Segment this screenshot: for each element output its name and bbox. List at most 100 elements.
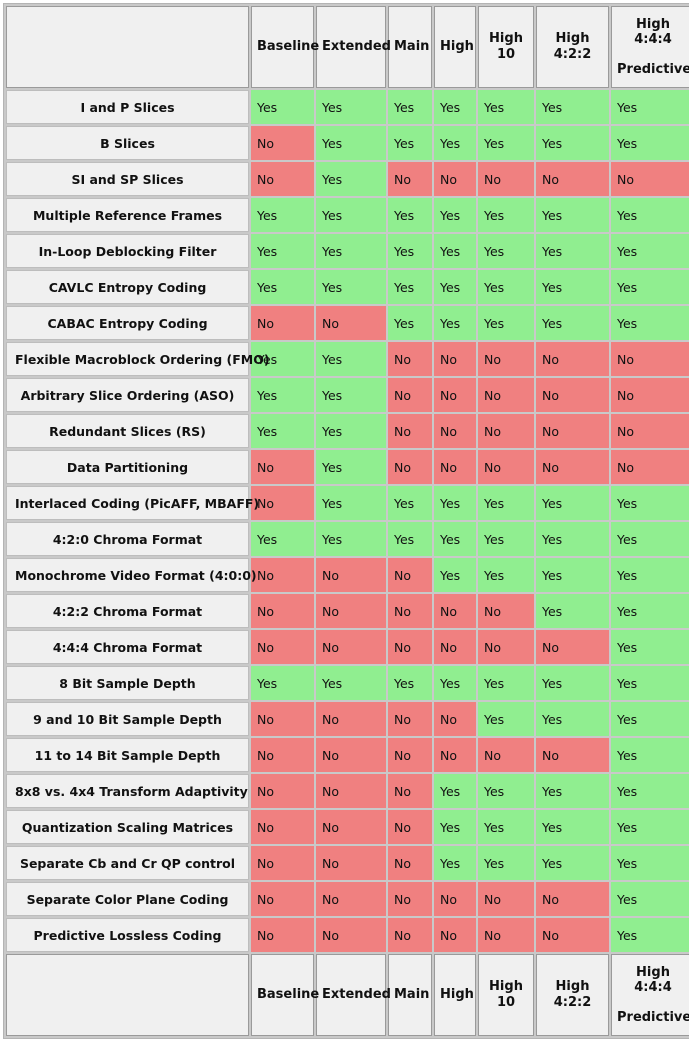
support-cell-main: No (388, 342, 432, 376)
support-cell-high422: Yes (536, 90, 609, 124)
support-cell-high422: Yes (536, 234, 609, 268)
support-cell-high422: No (536, 378, 609, 412)
support-cell-high422: Yes (536, 774, 609, 808)
support-cell-high444: Yes (611, 846, 689, 880)
profile-label-primary: High 4:2:2 (553, 31, 592, 62)
feature-label: 4:4:4 Chroma Format (6, 630, 249, 664)
support-cell-baseline: No (251, 738, 314, 772)
support-cell-baseline: No (251, 846, 314, 880)
support-cell-high: No (434, 702, 476, 736)
support-cell-high422: No (536, 738, 609, 772)
header-profile-high[interactable]: High (434, 6, 476, 88)
support-cell-high422: No (536, 882, 609, 916)
support-cell-high422: Yes (536, 306, 609, 340)
table-row: 4:2:0 Chroma Format Yes Yes Yes Yes Yes Yes Yes (6, 522, 689, 556)
support-cell-extended: No (316, 918, 386, 952)
support-cell-high422: No (536, 414, 609, 448)
footer-profile-high[interactable]: High (434, 954, 476, 1036)
support-cell-extended: No (316, 630, 386, 664)
support-cell-extended: Yes (316, 450, 386, 484)
support-cell-extended: No (316, 882, 386, 916)
feature-label: Data Partitioning (6, 450, 249, 484)
support-cell-extended: Yes (316, 666, 386, 700)
footer-corner-cell (6, 954, 249, 1036)
footer-profile-high10[interactable]: High 10 (478, 954, 534, 1036)
header-profile-extended[interactable]: Extended (316, 6, 391, 88)
feature-label: Interlaced Coding (PicAFF, MBAFF) (6, 486, 259, 520)
support-cell-main: No (388, 810, 432, 844)
support-cell-extended: No (316, 810, 386, 844)
header-profile-high10[interactable]: High 10 (478, 6, 534, 88)
support-cell-high10: No (478, 162, 534, 196)
support-cell-high422: Yes (536, 702, 609, 736)
support-cell-high444: No (611, 342, 689, 376)
support-cell-high444: Yes (611, 666, 689, 700)
support-cell-high: Yes (434, 126, 476, 160)
support-cell-high422: No (536, 450, 609, 484)
support-cell-main: No (388, 378, 432, 412)
support-cell-baseline: No (251, 306, 314, 340)
table-row: In-Loop Deblocking Filter Yes Yes Yes Yes Yes… (6, 234, 689, 268)
header-profile-baseline[interactable]: Baseline (251, 6, 319, 88)
footer-profile-high444[interactable]: High 4:4:4 Predictive (611, 954, 689, 1036)
support-cell-high10: Yes (478, 486, 534, 520)
support-cell-high: Yes (434, 90, 476, 124)
support-cell-high: Yes (434, 666, 476, 700)
footer-profile-high422[interactable]: High 4:2:2 (536, 954, 609, 1036)
table-row: I and P Slices Yes Yes Yes Yes Yes Yes Yes (6, 90, 689, 124)
table-row: Data Partitioning No Yes No No No No No (6, 450, 689, 484)
feature-label: Flexible Macroblock Ordering (FMO) (6, 342, 270, 376)
footer-profile-main[interactable]: Main (388, 954, 432, 1036)
support-cell-high422: Yes (536, 126, 609, 160)
support-cell-high: Yes (434, 522, 476, 556)
support-cell-high: Yes (434, 558, 476, 592)
table-row: Predictive Lossless Coding No No No No No No Ye… (6, 918, 689, 952)
profile-label-primary: High 4:2:2 (553, 979, 592, 1010)
support-cell-baseline: Yes (251, 198, 314, 232)
support-cell-extended: No (316, 594, 386, 628)
support-cell-high10: Yes (478, 846, 534, 880)
support-cell-high10: No (478, 378, 534, 412)
support-cell-main: Yes (388, 270, 432, 304)
support-cell-baseline: No (251, 126, 314, 160)
table-row: CAVLC Entropy Coding Yes Yes Yes Yes Yes Yes Ye… (6, 270, 689, 304)
feature-label: CAVLC Entropy Coding (6, 270, 249, 304)
feature-label: 4:2:0 Chroma Format (6, 522, 249, 556)
profile-label-secondary: Predictive (617, 61, 689, 77)
support-cell-high422: No (536, 918, 609, 952)
footer-profile-extended[interactable]: Extended (316, 954, 391, 1036)
support-cell-high422: Yes (536, 594, 609, 628)
support-cell-high10: Yes (478, 198, 534, 232)
support-cell-high: Yes (434, 486, 476, 520)
header-profile-high444[interactable]: High 4:4:4 Predictive (611, 6, 689, 88)
support-cell-high444: Yes (611, 306, 689, 340)
feature-label: Quantization Scaling Matrices (6, 810, 249, 844)
support-cell-main: No (388, 162, 432, 196)
profile-label-primary: High 10 (489, 979, 523, 1010)
footer-profile-baseline[interactable]: Baseline (251, 954, 319, 1036)
support-cell-extended: Yes (316, 270, 386, 304)
support-cell-main: Yes (388, 198, 432, 232)
support-cell-high444: Yes (611, 738, 689, 772)
support-cell-baseline: No (251, 630, 314, 664)
support-cell-high444: Yes (611, 630, 689, 664)
support-cell-extended: Yes (316, 234, 386, 268)
support-cell-high10: No (478, 414, 534, 448)
support-cell-extended: No (316, 306, 386, 340)
header-profile-high422[interactable]: High 4:2:2 (536, 6, 609, 88)
support-cell-high: Yes (434, 774, 476, 808)
support-cell-high444: Yes (611, 270, 689, 304)
support-cell-extended: Yes (316, 126, 386, 160)
table-row: B Slices No Yes Yes Yes Yes Yes Yes (6, 126, 689, 160)
feature-label: CABAC Entropy Coding (6, 306, 249, 340)
feature-label: Redundant Slices (RS) (6, 414, 249, 448)
header-profile-main[interactable]: Main (388, 6, 432, 88)
feature-label: 4:2:2 Chroma Format (6, 594, 249, 628)
support-cell-extended: No (316, 738, 386, 772)
support-cell-baseline: No (251, 810, 314, 844)
support-cell-baseline: Yes (251, 414, 314, 448)
support-cell-high444: No (611, 378, 689, 412)
feature-label: SI and SP Slices (6, 162, 249, 196)
support-cell-baseline: No (251, 774, 314, 808)
support-cell-baseline: No (251, 558, 314, 592)
